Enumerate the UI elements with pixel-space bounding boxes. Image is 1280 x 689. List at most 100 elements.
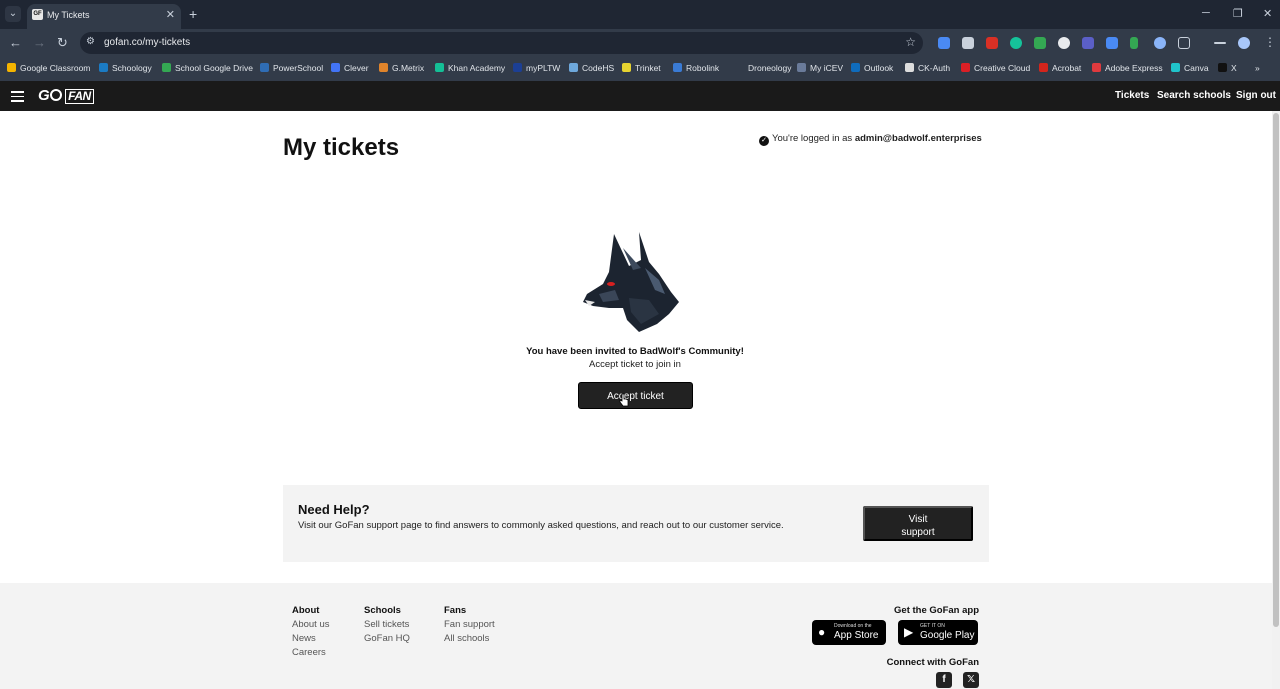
page-scrollbar[interactable]: [1272, 111, 1280, 689]
restore-icon[interactable]: ❐: [1233, 7, 1243, 20]
hand-cursor-icon: [619, 393, 629, 407]
back-icon[interactable]: ←: [9, 35, 22, 50]
app-store-button[interactable]: ● Download on the App Store: [812, 620, 886, 645]
bookmark-favicon-icon: [961, 63, 970, 72]
profile-avatar-icon[interactable]: [1238, 37, 1250, 49]
x-twitter-icon[interactable]: 𝕏: [963, 672, 979, 688]
bookmark-item[interactable]: Clever: [331, 63, 369, 73]
browser-tab-strip: ⌄ GF My Tickets ✕ + ─ ❐ ✕: [0, 0, 1280, 29]
bookmark-favicon-icon: [735, 63, 744, 72]
grammarly-icon[interactable]: [1010, 37, 1022, 49]
bookmark-favicon-icon: [513, 63, 522, 72]
tab-search-icon[interactable]: ⌄: [5, 6, 21, 22]
bookmark-favicon-icon: [673, 63, 682, 72]
apple-icon: ●: [818, 625, 826, 639]
bookmark-item[interactable]: G.Metrix: [379, 63, 424, 73]
bookmark-label: Canva: [1184, 63, 1209, 73]
footer-link[interactable]: GoFan HQ: [364, 633, 410, 644]
help-title: Need Help?: [298, 502, 370, 517]
bookmark-item[interactable]: Canva: [1171, 63, 1209, 73]
bookmark-item[interactable]: CodeHS: [569, 63, 614, 73]
extension-icon[interactable]: [1130, 37, 1138, 49]
reload-icon[interactable]: ↻: [57, 35, 68, 51]
bookmark-item[interactable]: Google Classroom: [7, 63, 90, 73]
bookmarks-overflow-icon[interactable]: »: [1255, 63, 1260, 73]
invite-subtext: Accept ticket to join in: [589, 359, 681, 370]
extension-icon[interactable]: [1034, 37, 1046, 49]
footer-heading: Schools: [364, 605, 401, 616]
bookmark-item[interactable]: PowerSchool: [260, 63, 323, 73]
bookmark-label: PowerSchool: [273, 63, 324, 73]
bookmark-favicon-icon: [435, 63, 444, 72]
extension-icon[interactable]: [962, 37, 974, 49]
google-play-button[interactable]: ▶ GET IT ON Google Play: [898, 620, 978, 645]
bookmark-item[interactable]: myPLTW: [513, 63, 560, 73]
bookmark-item[interactable]: My iCEV: [797, 63, 843, 73]
bookmark-label: Google Classroom: [20, 63, 91, 73]
gofan-logo[interactable]: G FAN: [38, 87, 94, 104]
extension-icon[interactable]: [986, 37, 998, 49]
extension-icon[interactable]: [1058, 37, 1070, 49]
media-control-icon[interactable]: [1214, 42, 1226, 44]
bookmark-item[interactable]: Adobe Express: [1092, 63, 1163, 73]
bookmark-item[interactable]: CK-Auth: [905, 63, 950, 73]
close-tab-icon[interactable]: ✕: [166, 8, 175, 21]
address-bar[interactable]: ⚙ gofan.co/my-tickets ☆: [80, 32, 923, 54]
bookmark-item[interactable]: Trinket: [622, 63, 661, 73]
extension-icon[interactable]: [1082, 37, 1094, 49]
bookmark-star-icon[interactable]: ☆: [905, 35, 916, 49]
forward-icon[interactable]: →: [33, 35, 46, 50]
bookmark-label: Adobe Express: [1105, 63, 1163, 73]
bookmark-item[interactable]: Outlook: [851, 63, 893, 73]
browser-tab[interactable]: GF My Tickets ✕: [27, 4, 181, 29]
bookmark-item[interactable]: Droneology: [735, 63, 791, 73]
footer-column-fans: Fans Fan support All schools: [444, 605, 495, 647]
footer-heading: Fans: [444, 605, 467, 616]
facebook-icon[interactable]: f: [936, 672, 952, 688]
extensions-puzzle-icon[interactable]: [1178, 37, 1190, 49]
footer-heading: About: [292, 605, 320, 616]
footer-link[interactable]: Fan support: [444, 619, 495, 630]
visit-support-button[interactable]: Visit support: [863, 506, 973, 541]
footer-link[interactable]: Careers: [292, 647, 330, 658]
new-tab-icon[interactable]: +: [189, 6, 197, 22]
bookmark-item[interactable]: X: [1218, 63, 1237, 73]
extension-icon[interactable]: [1106, 37, 1118, 49]
close-window-icon[interactable]: ✕: [1263, 7, 1272, 20]
footer-link[interactable]: News: [292, 633, 330, 644]
bookmark-item[interactable]: Robolink: [673, 63, 719, 73]
page-title: My tickets: [283, 134, 400, 161]
connect-title: Connect with GoFan: [886, 657, 979, 668]
bookmark-label: My iCEV: [810, 63, 844, 73]
bookmark-favicon-icon: [1092, 63, 1101, 72]
nav-search-schools[interactable]: Search schools: [1157, 90, 1231, 101]
accept-ticket-button[interactable]: Accept ticket: [578, 382, 693, 409]
footer-link[interactable]: Sell tickets: [364, 619, 410, 630]
footer-link[interactable]: About us: [292, 619, 330, 630]
login-prefix: You're logged in as: [772, 133, 855, 144]
badwolf-logo-image: [583, 232, 679, 332]
nav-sign-out[interactable]: Sign out: [1236, 90, 1276, 101]
hamburger-menu-icon[interactable]: [11, 91, 24, 105]
bookmark-item[interactable]: Acrobat: [1039, 63, 1081, 73]
footer-link[interactable]: All schools: [444, 633, 495, 644]
extension-icon[interactable]: [938, 37, 950, 49]
bookmark-label: School Google Drive: [175, 63, 253, 73]
bookmark-item[interactable]: School Google Drive: [162, 63, 253, 73]
login-status: ✓ You're logged in as admin@badwolf.enter…: [759, 133, 982, 146]
bookmarks-bar: Google Classroom Schoology School Google D…: [0, 57, 1280, 81]
scrollbar-thumb[interactable]: [1273, 113, 1279, 627]
bookmark-label: CodeHS: [582, 63, 615, 73]
bookmark-label: Outlook: [864, 63, 894, 73]
footer-column-schools: Schools Sell tickets GoFan HQ: [364, 605, 410, 647]
bookmark-item[interactable]: Khan Academy: [435, 63, 505, 73]
site-info-icon[interactable]: ⚙: [86, 36, 95, 47]
extension-icon[interactable]: [1154, 37, 1166, 49]
bookmark-item[interactable]: Schoology: [99, 63, 152, 73]
bookmark-favicon-icon: [331, 63, 340, 72]
browser-menu-icon[interactable]: ⋮: [1264, 35, 1276, 49]
minimize-icon[interactable]: ─: [1202, 7, 1210, 19]
bookmark-item[interactable]: Creative Cloud: [961, 63, 1030, 73]
nav-tickets[interactable]: Tickets: [1115, 90, 1149, 101]
bookmark-label: Schoology: [112, 63, 152, 73]
